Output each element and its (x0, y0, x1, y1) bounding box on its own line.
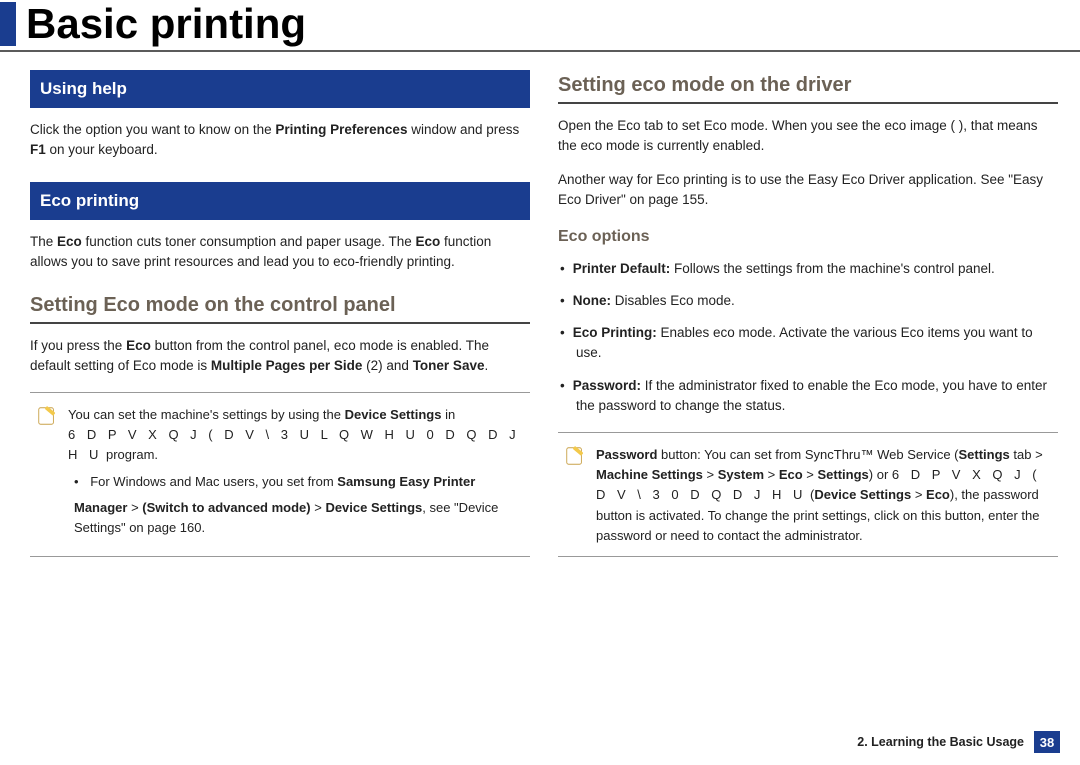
section-bar-using-help: Using help (30, 70, 530, 108)
bold-text: (Switch to advanced mode) (142, 500, 310, 515)
bold-text: Printer Default: (573, 261, 671, 276)
text: > (127, 500, 142, 515)
text: > (764, 467, 779, 482)
text: on your keyboard. (46, 142, 158, 157)
list-item: Eco Printing: Enables eco mode. Activate… (558, 323, 1058, 364)
bold-text: None: (573, 293, 611, 308)
note-icon (564, 445, 586, 467)
note-bullet-list: For Windows and Mac users, you set from … (68, 472, 524, 538)
bold-text: Eco (57, 234, 82, 249)
bold-text: Settings (959, 447, 1010, 462)
bold-text: Device Settings (345, 407, 442, 422)
bold-text: Device Settings (814, 487, 911, 502)
text: (2) and (362, 358, 412, 373)
text: > (803, 467, 818, 482)
text: ) or (869, 467, 892, 482)
bold-text: Printing Preferences (275, 122, 407, 137)
text: > (311, 500, 326, 515)
text: The (30, 234, 57, 249)
heading-rule (30, 322, 530, 324)
note-icon (36, 405, 58, 427)
bold-text: Eco (926, 487, 950, 502)
bold-text: Password (596, 447, 657, 462)
list-item: Printer Default: Follows the settings fr… (558, 259, 1058, 279)
bold-text: Password: (573, 378, 641, 393)
bold-text: Samsung Easy Printer (337, 474, 475, 489)
bold-text: Device Settings (325, 500, 422, 515)
text: > (703, 467, 718, 482)
bold-text: Eco Printing: (573, 325, 657, 340)
heading-driver: Setting eco mode on the driver (558, 70, 1058, 100)
text: in (441, 407, 455, 422)
bold-text: Eco (416, 234, 441, 249)
title-divider (0, 50, 1080, 52)
heading-rule (558, 102, 1058, 104)
list-item: For Windows and Mac users, you set from … (68, 472, 524, 538)
heading-control-panel: Setting Eco mode on the control panel (30, 290, 530, 320)
section-bar-eco-printing: Eco printing (30, 182, 530, 220)
bold-text: Eco (126, 338, 151, 353)
page-title: Basic printing (26, 2, 1080, 46)
note-body: Password button: You can set from SyncTh… (596, 445, 1052, 546)
footer: 2. Learning the Basic Usage 38 (857, 731, 1060, 753)
using-help-paragraph: Click the option you want to know on the… (30, 120, 530, 161)
bold-text: Multiple Pages per Side (211, 358, 363, 373)
text: Disables Eco mode. (611, 293, 735, 308)
text: Click the option you want to know on the (30, 122, 275, 137)
text: Follows the settings from the machine's … (670, 261, 994, 276)
bold-text: Eco (779, 467, 803, 482)
footer-section: 2. Learning the Basic Usage (857, 735, 1024, 749)
text: If the administrator fixed to enable the… (576, 378, 1047, 413)
text: If you press the (30, 338, 126, 353)
bold-text: F1 (30, 142, 46, 157)
text: function cuts toner consumption and pape… (82, 234, 416, 249)
bold-text: Machine Settings (596, 467, 703, 482)
driver-paragraph-1: Open the Eco tab to set Eco mode. When y… (558, 116, 1058, 157)
eco-options-list: Printer Default: Follows the settings fr… (558, 259, 1058, 417)
driver-paragraph-2: Another way for Eco printing is to use t… (558, 170, 1058, 211)
note-box-left: You can set the machine's settings by us… (30, 392, 530, 557)
bold-text: System (718, 467, 764, 482)
control-panel-paragraph: If you press the Eco button from the con… (30, 336, 530, 377)
page-number: 38 (1034, 731, 1060, 753)
text: For Windows and Mac users, you set from (90, 474, 337, 489)
text: window and press (407, 122, 519, 137)
page-title-block: Basic printing (0, 2, 1080, 46)
text: tab > (1010, 447, 1043, 462)
note-body: You can set the machine's settings by us… (68, 405, 524, 546)
note-box-right: Password button: You can set from SyncTh… (558, 432, 1058, 557)
text: You can set the machine's settings by us… (68, 407, 345, 422)
text: program. (102, 447, 158, 462)
text: > (911, 487, 926, 502)
content-columns: Using help Click the option you want to … (0, 70, 1080, 557)
bold-text: Settings (818, 467, 869, 482)
note-line: You can set the machine's settings by us… (68, 405, 524, 425)
text: button: You can set from SyncThru™ Web S… (657, 447, 958, 462)
left-column: Using help Click the option you want to … (30, 70, 530, 557)
heading-eco-options: Eco options (558, 225, 1058, 249)
eco-printing-paragraph: The Eco function cuts toner consumption … (30, 232, 530, 273)
list-item: Password: If the administrator fixed to … (558, 376, 1058, 417)
text: . (484, 358, 488, 373)
bold-text: Manager (74, 500, 127, 515)
list-item: None: Disables Eco mode. (558, 291, 1058, 311)
note-garbled-line: 6 D P V X Q J ( D V \ 3 U L Q W H U 0 D … (68, 425, 524, 465)
bold-text: Toner Save (413, 358, 485, 373)
right-column: Setting eco mode on the driver Open the … (558, 70, 1058, 557)
